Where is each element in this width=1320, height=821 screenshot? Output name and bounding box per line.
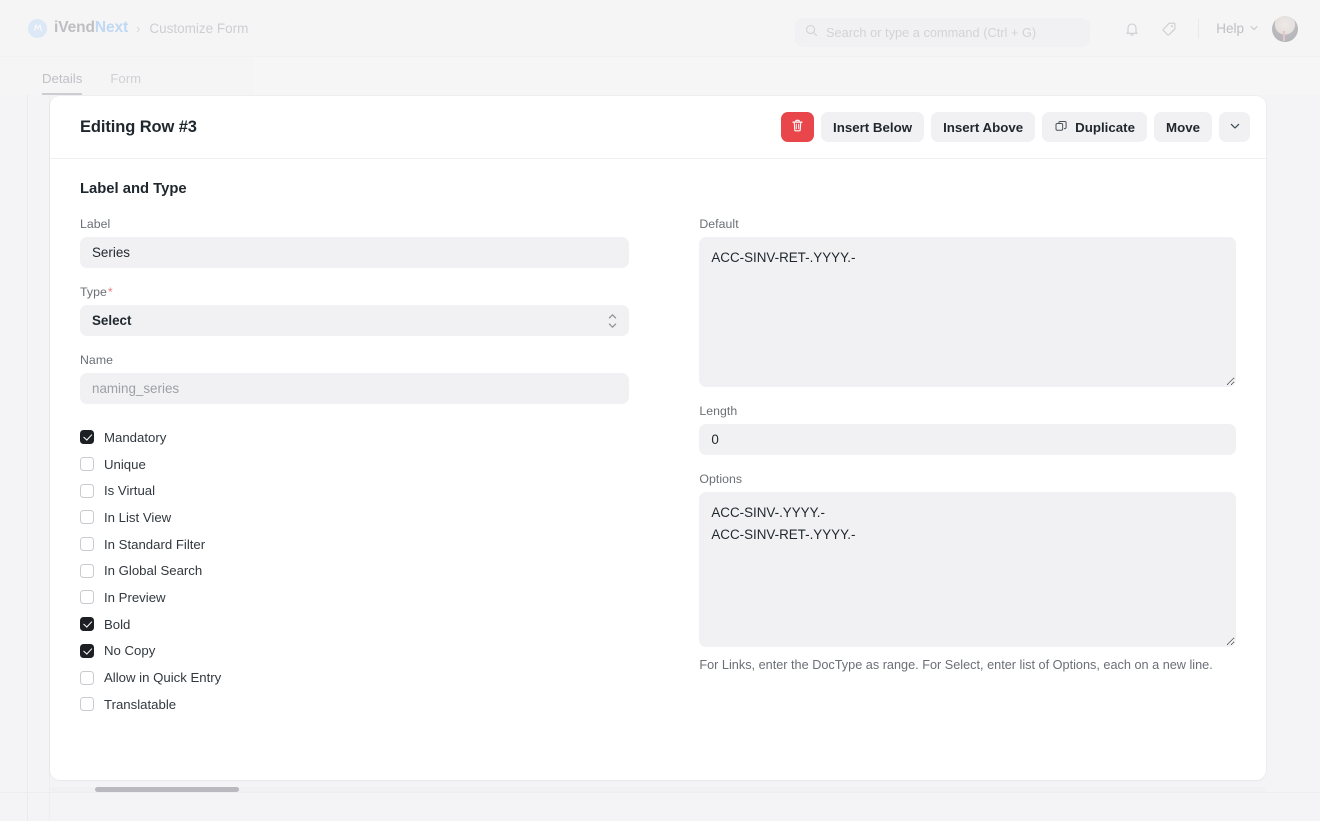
move-button[interactable]: Move bbox=[1154, 112, 1212, 142]
required-asterisk: * bbox=[107, 285, 113, 299]
brand-name: iVendNext bbox=[54, 19, 129, 36]
card-header: Editing Row #3 Insert Below Insert Above bbox=[50, 96, 1266, 159]
checkbox-row-in-standard-filter[interactable]: In Standard Filter bbox=[80, 531, 629, 558]
duplicate-label: Duplicate bbox=[1075, 119, 1135, 135]
checkbox-label: In Preview bbox=[104, 589, 166, 605]
default-field-label: Default bbox=[699, 217, 739, 231]
breadcrumb-separator: › bbox=[136, 20, 141, 36]
checkbox-mandatory[interactable] bbox=[80, 430, 94, 445]
checkbox-label: Translatable bbox=[104, 696, 177, 712]
checkbox-row-is-virtual[interactable]: Is Virtual bbox=[80, 477, 629, 504]
edit-row-card: Editing Row #3 Insert Below Insert Above bbox=[50, 96, 1266, 780]
delete-button[interactable] bbox=[781, 112, 815, 142]
checkbox-list: Mandatory Unique Is Virtual In List View bbox=[80, 424, 629, 718]
section-title-label-and-type: Label and Type bbox=[80, 181, 187, 197]
bottom-divider bbox=[0, 792, 1320, 793]
type-field-label: Type* bbox=[80, 285, 113, 299]
form-column-right: Default ACC-SINV-RET-.YYYY.- Length Opti… bbox=[699, 217, 1236, 718]
type-select-wrapper bbox=[80, 305, 630, 336]
checkbox-bold[interactable] bbox=[80, 617, 94, 632]
checkbox-label: In List View bbox=[104, 509, 172, 525]
checkbox-label: Unique bbox=[104, 456, 146, 472]
checkbox-row-mandatory[interactable]: Mandatory bbox=[80, 424, 629, 451]
checkbox-label: Bold bbox=[104, 616, 131, 632]
tab-details[interactable]: Details bbox=[28, 71, 96, 95]
length-field-group: Length bbox=[699, 404, 1236, 455]
row-actions-toolbar: Insert Below Insert Above Duplicate Move bbox=[781, 112, 1250, 142]
tag-icon[interactable] bbox=[1157, 17, 1181, 41]
bell-icon[interactable] bbox=[1120, 17, 1144, 41]
options-textarea[interactable]: ACC-SINV-.YYYY.- ACC-SINV-RET-.YYYY.- bbox=[699, 492, 1236, 647]
ivend-logo-icon bbox=[28, 18, 47, 38]
checkbox-row-allow-in-quick-entry[interactable]: Allow in Quick Entry bbox=[80, 664, 629, 691]
trash-icon bbox=[790, 118, 805, 136]
type-select[interactable] bbox=[80, 305, 630, 336]
checkbox-in-preview[interactable] bbox=[80, 590, 94, 605]
tab-form[interactable]: Form bbox=[96, 71, 155, 95]
default-textarea[interactable]: ACC-SINV-RET-.YYYY.- bbox=[699, 237, 1236, 387]
default-field-group: Default ACC-SINV-RET-.YYYY.- bbox=[699, 217, 1236, 387]
top-navbar: iVendNext › Customize Form Help bbox=[0, 0, 1320, 57]
label-field-label: Label bbox=[80, 217, 111, 231]
checkbox-row-in-global-search[interactable]: In Global Search bbox=[80, 557, 629, 584]
navbar-divider bbox=[1198, 18, 1200, 39]
help-menu[interactable]: Help bbox=[1216, 21, 1259, 36]
rail-line-outer bbox=[27, 95, 28, 821]
page-tabs: Details Form bbox=[0, 57, 1320, 95]
checkbox-in-list-view[interactable] bbox=[80, 510, 94, 525]
help-label: Help bbox=[1216, 21, 1244, 36]
checkbox-is-virtual[interactable] bbox=[80, 483, 94, 498]
name-field-group: Name bbox=[80, 353, 630, 404]
length-input[interactable] bbox=[699, 424, 1236, 455]
form-columns: Label Type* bbox=[80, 217, 1236, 718]
checkbox-label: In Standard Filter bbox=[104, 536, 206, 552]
card-body: Label and Type Label Type* bbox=[50, 159, 1266, 718]
options-help-text: For Links, enter the DocType as range. F… bbox=[699, 658, 1213, 672]
chevron-down-icon bbox=[1249, 21, 1259, 36]
navbar-actions: Help bbox=[1120, 0, 1298, 57]
brand-logo[interactable]: iVendNext bbox=[28, 18, 129, 38]
checkbox-label: In Global Search bbox=[104, 563, 203, 579]
search-icon bbox=[805, 24, 818, 42]
page-title: Editing Row #3 bbox=[80, 117, 197, 136]
options-field-label: Options bbox=[699, 472, 743, 486]
type-field-group: Type* bbox=[80, 285, 630, 336]
user-avatar[interactable] bbox=[1272, 15, 1298, 42]
copy-icon bbox=[1054, 119, 1068, 136]
checkbox-row-translatable[interactable]: Translatable bbox=[80, 691, 629, 718]
checkbox-row-in-preview[interactable]: In Preview bbox=[80, 584, 629, 611]
label-input[interactable] bbox=[80, 237, 630, 268]
options-field-group: Options ACC-SINV-.YYYY.- ACC-SINV-RET-.Y… bbox=[699, 472, 1236, 677]
insert-below-button[interactable]: Insert Below bbox=[821, 112, 925, 142]
checkbox-translatable[interactable] bbox=[80, 697, 94, 712]
insert-above-button[interactable]: Insert Above bbox=[931, 112, 1036, 142]
checkbox-row-bold[interactable]: Bold bbox=[80, 611, 629, 638]
length-field-label: Length bbox=[699, 404, 738, 418]
name-input[interactable] bbox=[80, 373, 630, 404]
checkbox-allow-in-quick-entry[interactable] bbox=[80, 670, 94, 685]
checkbox-in-global-search[interactable] bbox=[80, 563, 94, 578]
checkbox-no-copy[interactable] bbox=[80, 643, 94, 658]
checkbox-label: Mandatory bbox=[104, 429, 167, 445]
checkbox-row-in-list-view[interactable]: In List View bbox=[80, 504, 629, 531]
checkbox-unique[interactable] bbox=[80, 457, 94, 472]
more-actions-button[interactable] bbox=[1219, 112, 1250, 142]
checkbox-row-unique[interactable]: Unique bbox=[80, 451, 629, 478]
global-search[interactable] bbox=[795, 18, 1090, 47]
duplicate-button[interactable]: Duplicate bbox=[1042, 112, 1147, 142]
name-field-label: Name bbox=[80, 353, 114, 367]
form-column-left: Label Type* bbox=[80, 217, 630, 718]
checkbox-in-standard-filter[interactable] bbox=[80, 537, 94, 552]
checkbox-row-no-copy[interactable]: No Copy bbox=[80, 638, 629, 665]
search-input[interactable] bbox=[826, 25, 1076, 40]
breadcrumb[interactable]: Customize Form bbox=[149, 21, 248, 36]
checkbox-label: Allow in Quick Entry bbox=[104, 670, 222, 686]
checkbox-label: No Copy bbox=[104, 643, 156, 659]
chevron-down-icon bbox=[1229, 120, 1241, 135]
label-field-group: Label bbox=[80, 217, 630, 268]
checkbox-label: Is Virtual bbox=[104, 483, 156, 499]
